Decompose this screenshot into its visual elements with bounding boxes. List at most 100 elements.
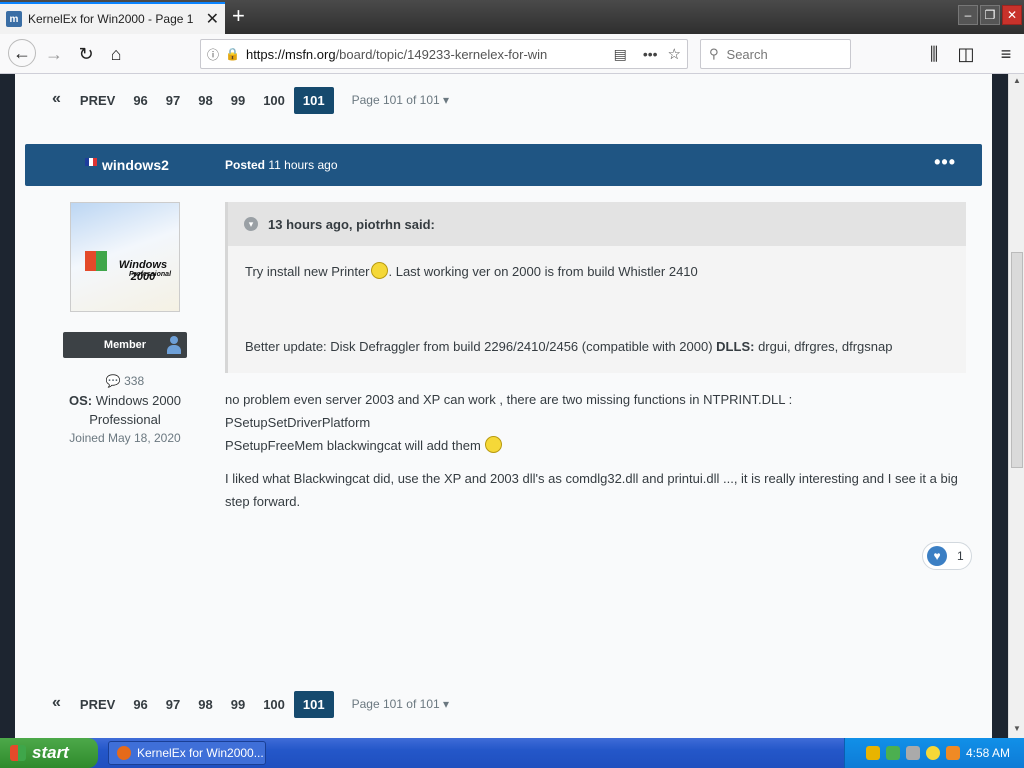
body-line: PSetupSetDriverPlatform (225, 415, 371, 430)
library-icon[interactable]: ⫼ (922, 42, 946, 66)
search-input[interactable]: ⚲ Search (700, 39, 851, 69)
new-tab-icon[interactable]: + (232, 4, 245, 28)
post-author-link[interactable]: windows2 (102, 157, 169, 173)
navigation-bar: ← → ↻ ⌂ ⓘ 🔒 https://msfn.org/board/topic… (0, 34, 1024, 74)
quote-line: Try install new Printer. Last working ve… (245, 262, 698, 279)
page-link[interactable]: 98 (189, 691, 221, 718)
window-controls: – ❐ ✕ (958, 5, 1022, 25)
monitor-icon[interactable] (905, 746, 920, 760)
menu-icon[interactable]: ≡ (994, 42, 1018, 66)
reload-icon[interactable]: ↻ (74, 42, 98, 66)
post-header: windows2 Posted 11 hours ago ••• (25, 144, 982, 186)
minimize-button[interactable]: – (958, 5, 978, 25)
url-text: https://msfn.org/board/topic/149233-kern… (245, 46, 548, 62)
scroll-up-icon[interactable]: ▲ (1011, 76, 1023, 88)
network-icon[interactable] (885, 746, 900, 760)
quote-citation: 13 hours ago, piotrhn said: (268, 216, 435, 232)
quote-toggle-icon[interactable]: ▾ (244, 217, 258, 231)
pagination-top: « PREV 96 97 98 99 100 101 Page 101 of 1… (50, 86, 449, 114)
current-page[interactable]: 101 (293, 86, 334, 114)
sidebar-icon[interactable]: ◫ (954, 42, 978, 66)
page-link[interactable]: 99 (222, 691, 254, 718)
search-tray-icon[interactable] (945, 746, 960, 760)
task-label: KernelEx for Win2000... (137, 746, 264, 760)
body-line: PSetupFreeMem blackwingcat will add them (225, 434, 970, 457)
home-icon[interactable]: ⌂ (104, 42, 128, 66)
prev-page-link[interactable]: PREV (71, 691, 124, 718)
search-icon: ⚲ (709, 46, 719, 61)
search-placeholder: Search (726, 46, 768, 62)
system-tray: 4:58 AM (844, 738, 1024, 768)
post-body: no problem even server 2003 and XP can w… (225, 388, 970, 513)
author-os: OS: Windows 2000 Professional (68, 393, 182, 427)
post-count: 💬 338 (105, 374, 145, 388)
window-titlebar: m KernelEx for Win2000 - Page 101 ✕ + – … (0, 0, 1024, 34)
heart-icon: ♥ (927, 546, 947, 566)
windows-flag-icon (10, 745, 26, 761)
pagination-bottom: « PREV 96 97 98 99 100 101 Page 101 of 1… (50, 690, 449, 718)
page-actions-icon[interactable]: ••• (643, 46, 658, 62)
page-link[interactable]: 96 (124, 87, 156, 114)
page-jump-dropdown[interactable]: Page 101 of 101 ▾ (352, 93, 449, 107)
author-panel: Windows 2000 Professional Member 💬 338 O… (55, 202, 195, 448)
page-viewport: « PREV 96 97 98 99 100 101 Page 101 of 1… (0, 74, 1008, 738)
user-icon (167, 336, 181, 354)
taskbar-window-button[interactable]: KernelEx for Win2000... (108, 741, 266, 765)
firefox-icon (117, 746, 131, 760)
vertical-scrollbar[interactable]: ▲ ▼ (1008, 74, 1024, 738)
forum-content: « PREV 96 97 98 99 100 101 Page 101 of 1… (15, 74, 992, 738)
current-page[interactable]: 101 (293, 690, 334, 718)
info-icon[interactable]: ⓘ (207, 46, 219, 63)
quote-body: Try install new Printer. Last working ve… (228, 246, 966, 371)
speaker-icon[interactable] (925, 746, 940, 760)
page-link[interactable]: 99 (222, 87, 254, 114)
flag-icon (85, 158, 97, 166)
page-link[interactable]: 100 (254, 87, 294, 114)
bookmark-star-icon[interactable]: ☆ (668, 45, 681, 63)
taskbar: start KernelEx for Win2000... 4:58 AM (0, 738, 1024, 768)
tab-close-icon[interactable]: ✕ (206, 9, 219, 29)
start-label: start (32, 743, 69, 762)
smiley-icon (370, 262, 388, 279)
close-window-button[interactable]: ✕ (1002, 5, 1022, 25)
scrollbar-thumb[interactable] (1011, 252, 1023, 468)
joined-date: Joined May 18, 2020 (69, 431, 181, 445)
quote-block: ▾ 13 hours ago, piotrhn said: Try instal… (225, 202, 966, 373)
shield-icon[interactable] (865, 746, 880, 760)
back-icon[interactable]: ← (8, 39, 36, 67)
reader-view-icon[interactable]: ▤ (614, 46, 627, 63)
address-bar[interactable]: ⓘ 🔒 https://msfn.org/board/topic/149233-… (200, 39, 688, 69)
quote-line: Better update: Disk Defraggler from buil… (245, 339, 893, 354)
post-date: Posted 11 hours ago (225, 158, 338, 172)
author-stats: 💬 338 OS: Windows 2000 Professional Join… (55, 372, 195, 448)
first-page-icon[interactable]: « (50, 690, 71, 718)
avatar-subtext: Professional (129, 271, 172, 278)
page-link[interactable]: 100 (254, 691, 294, 718)
page-link[interactable]: 98 (189, 87, 221, 114)
prev-page-link[interactable]: PREV (71, 87, 124, 114)
forward-icon[interactable]: → (42, 42, 66, 66)
post-menu-icon[interactable]: ••• (934, 152, 956, 173)
clock[interactable]: 4:58 AM (966, 746, 1010, 760)
tab-title: KernelEx for Win2000 - Page 101 (28, 12, 193, 26)
browser-tab[interactable]: m KernelEx for Win2000 - Page 101 ✕ (0, 2, 225, 34)
page-link[interactable]: 97 (157, 691, 189, 718)
member-badge-label: Member (103, 339, 147, 351)
first-page-icon[interactable]: « (50, 86, 71, 114)
body-paragraph: I liked what Blackwingcat did, use the X… (225, 471, 958, 509)
page-link[interactable]: 96 (124, 691, 156, 718)
avatar[interactable]: Windows 2000 Professional (70, 202, 180, 312)
start-button[interactable]: start (0, 738, 98, 768)
maximize-button[interactable]: ❐ (980, 5, 1000, 25)
page-jump-dropdown[interactable]: Page 101 of 101 ▾ (352, 697, 449, 711)
site-favicon-icon: m (6, 11, 22, 27)
reaction-button[interactable]: ♥ 1 (922, 542, 972, 570)
body-line: no problem even server 2003 and XP can w… (225, 392, 793, 407)
member-badge: Member (63, 332, 187, 358)
quote-header[interactable]: ▾ 13 hours ago, piotrhn said: (228, 202, 966, 246)
scroll-down-icon[interactable]: ▼ (1011, 724, 1023, 736)
windows-logo-icon (85, 251, 107, 271)
reaction-count: 1 (957, 549, 964, 563)
lock-icon: 🔒 (225, 47, 240, 61)
page-link[interactable]: 97 (157, 87, 189, 114)
